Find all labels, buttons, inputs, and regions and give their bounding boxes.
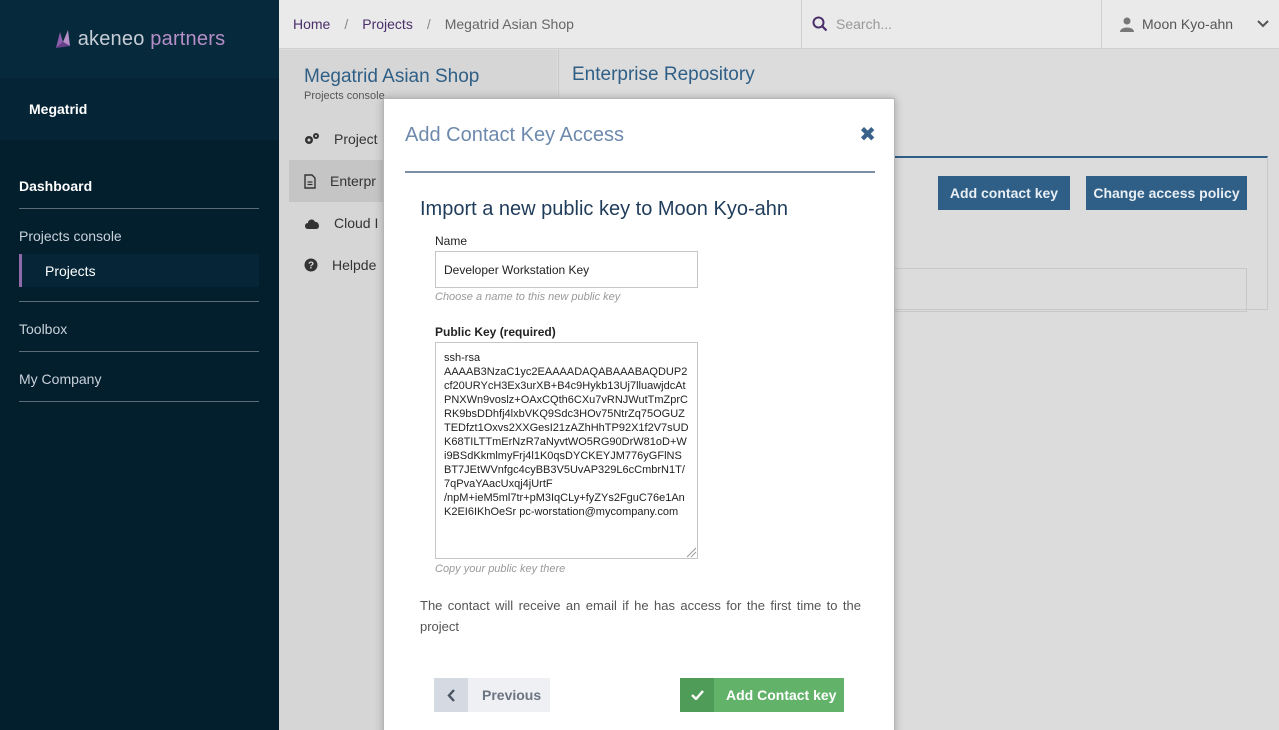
nav-section-toolbox: Toolbox bbox=[19, 302, 259, 352]
change-access-policy-button[interactable]: Change access policy bbox=[1086, 176, 1247, 210]
nav-item-my-company[interactable]: My Company bbox=[19, 371, 259, 387]
nav-item-projects-console[interactable]: Projects console bbox=[19, 228, 259, 244]
chevron-left-icon bbox=[434, 678, 468, 712]
gears-icon bbox=[305, 133, 319, 144]
modal-heading: Import a new public key to Moon Kyo-ahn bbox=[420, 198, 788, 220]
project-menu-label: Cloud I bbox=[334, 215, 379, 231]
resize-handle-icon[interactable] bbox=[685, 546, 697, 558]
add-contact-key-submit-label: Add Contact key bbox=[726, 687, 837, 703]
logo[interactable]: akeneo partners bbox=[0, 0, 279, 78]
add-contact-key-button[interactable]: Add contact key bbox=[938, 176, 1070, 210]
add-contact-key-submit-button[interactable]: Add Contact key bbox=[680, 678, 844, 712]
public-key-label: Public Key (required) bbox=[435, 325, 556, 339]
search-box[interactable]: Search... bbox=[801, 0, 1101, 49]
project-menu-label: Project bbox=[334, 131, 378, 147]
project-menu-label: Helpde bbox=[332, 257, 377, 273]
email-notice: The contact will receive an email if he … bbox=[420, 598, 861, 634]
breadcrumb-home[interactable]: Home bbox=[293, 16, 330, 32]
breadcrumb: Home / Projects / Megatrid Asian Shop bbox=[279, 16, 801, 32]
close-icon[interactable]: ✖ bbox=[859, 122, 876, 147]
previous-button[interactable]: Previous bbox=[434, 678, 550, 712]
name-hint: Choose a name to this new public key bbox=[435, 291, 621, 303]
nav-item-dashboard[interactable]: Dashboard bbox=[19, 178, 259, 194]
search-placeholder: Search... bbox=[836, 16, 893, 32]
nav-section-projects-console: Projects console Projects bbox=[19, 209, 259, 302]
modal-header: Add Contact Key Access ✖ bbox=[405, 122, 876, 173]
search-icon bbox=[812, 16, 828, 32]
breadcrumb-projects[interactable]: Projects bbox=[362, 16, 413, 32]
akeneo-logo-icon bbox=[55, 30, 70, 48]
sidebar-nav: Dashboard Projects console Projects Tool… bbox=[0, 140, 279, 402]
breadcrumb-separator: / bbox=[344, 16, 349, 32]
check-icon bbox=[680, 678, 714, 712]
content-title: Enterprise Repository bbox=[572, 64, 755, 85]
breadcrumb-separator: / bbox=[426, 16, 431, 32]
breadcrumb-current: Megatrid Asian Shop bbox=[444, 16, 574, 32]
sidebar: akeneo partners Megatrid Dashboard Proje… bbox=[0, 0, 279, 730]
document-icon bbox=[304, 173, 316, 189]
nav-item-toolbox[interactable]: Toolbox bbox=[19, 321, 259, 337]
topbar: Home / Projects / Megatrid Asian Shop Se… bbox=[279, 0, 1279, 49]
user-menu[interactable]: Moon Kyo-ahn bbox=[1101, 0, 1279, 49]
name-label: Name bbox=[435, 234, 468, 248]
logo-text-secondary: partners bbox=[150, 27, 226, 50]
nav-item-projects[interactable]: Projects bbox=[19, 254, 259, 287]
public-key-textarea[interactable]: ssh-rsa AAAAB3NzaC1yc2EAAAADAQABAAABAQDU… bbox=[435, 342, 698, 559]
project-title: Megatrid Asian Shop bbox=[304, 66, 480, 87]
previous-button-label: Previous bbox=[482, 687, 542, 703]
user-name: Moon Kyo-ahn bbox=[1142, 16, 1234, 32]
modal-title: Add Contact Key Access bbox=[405, 124, 625, 146]
public-key-hint: Copy your public key there bbox=[435, 563, 566, 575]
add-contact-key-modal: Add Contact Key Access ✖ Import a new pu… bbox=[383, 98, 895, 730]
chevron-down-icon bbox=[1257, 20, 1269, 28]
organization-name[interactable]: Megatrid bbox=[0, 78, 279, 140]
cloud-icon bbox=[305, 218, 319, 229]
svg-text:?: ? bbox=[308, 261, 314, 272]
name-input[interactable] bbox=[435, 251, 698, 288]
question-circle-icon: ? bbox=[304, 258, 318, 272]
nav-section-my-company: My Company bbox=[19, 352, 259, 402]
user-icon bbox=[1120, 17, 1134, 32]
logo-text-primary: akeneo bbox=[77, 27, 145, 50]
project-menu-label: Enterpr bbox=[330, 173, 376, 189]
nav-section-dashboard: Dashboard bbox=[19, 164, 259, 209]
